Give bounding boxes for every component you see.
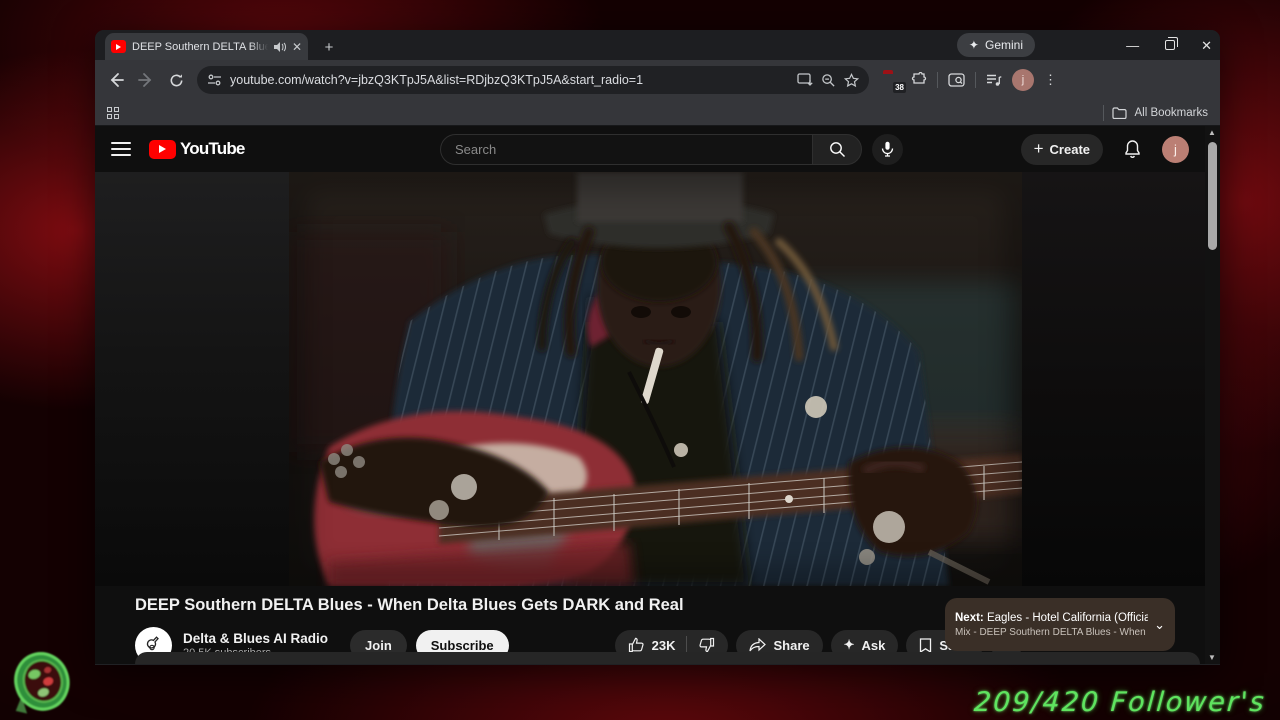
youtube-favicon-icon	[111, 40, 126, 53]
bookmark-star-icon[interactable]	[844, 72, 859, 88]
plus-icon: +	[1033, 139, 1044, 158]
search-button[interactable]	[812, 133, 862, 165]
save-share-icon[interactable]	[797, 73, 813, 87]
description-box-edge[interactable]	[135, 652, 1200, 664]
video-frame[interactable]	[289, 172, 1022, 586]
thumbs-up-icon	[628, 638, 644, 653]
gemini-spark-icon: ✦	[968, 38, 979, 52]
browser-window: DEEP Southern DELTA Blues ✕ + ✦ Gemini —…	[95, 30, 1220, 665]
search-box[interactable]	[440, 133, 812, 165]
dislike-button[interactable]	[687, 637, 728, 653]
player-letterbox-right	[1022, 172, 1205, 586]
restore-button[interactable]	[1165, 37, 1179, 50]
back-icon[interactable]	[103, 67, 129, 93]
gemini-label: Gemini	[984, 38, 1023, 52]
browser-toolbar: youtube.com/watch?v=jbzQ3KTpJ5A&list=RDj…	[95, 60, 1220, 100]
create-label: Create	[1049, 141, 1090, 157]
hamburger-menu-icon[interactable]	[111, 142, 131, 156]
streamer-speaker-logo	[4, 646, 76, 718]
gemini-button[interactable]: ✦ Gemini	[956, 33, 1035, 57]
scroll-up-arrow[interactable]: ▲	[1208, 128, 1217, 137]
desktop-background: DEEP Southern DELTA Blues ✕ + ✦ Gemini —…	[0, 0, 1280, 720]
ask-label: Ask	[861, 637, 886, 653]
share-icon	[749, 638, 767, 652]
url-text[interactable]: youtube.com/watch?v=jbzQ3KTpJ5A&list=RDj…	[230, 73, 789, 87]
like-button[interactable]: 23K	[615, 637, 687, 653]
scroll-down-arrow[interactable]: ▼	[1208, 653, 1217, 662]
browser-tab[interactable]: DEEP Southern DELTA Blues ✕	[105, 33, 308, 60]
youtube-page: YouTube + Create	[95, 126, 1205, 664]
forward-icon[interactable]	[133, 67, 159, 93]
tab-close-icon[interactable]: ✕	[292, 40, 302, 54]
youtube-wordmark: YouTube	[180, 139, 245, 158]
player-letterbox-left	[95, 172, 289, 586]
ask-spark-icon: ✦	[843, 637, 855, 653]
follower-counter: 209/420 Follower's	[973, 687, 1268, 718]
bookmark-icon	[920, 638, 932, 653]
browser-menu-kebab-icon[interactable]: ⋮	[1044, 72, 1057, 88]
youtube-header: YouTube + Create	[95, 126, 1205, 172]
reload-icon[interactable]	[163, 67, 189, 93]
new-tab-button[interactable]: +	[319, 37, 339, 57]
channel-name[interactable]: Delta & Blues AI Radio	[183, 631, 328, 646]
like-count: 23K	[651, 637, 676, 653]
next-up-panel[interactable]: Next: Eagles - Hotel California (Officia…	[945, 598, 1175, 651]
address-bar[interactable]: youtube.com/watch?v=jbzQ3KTpJ5A&list=RDj…	[197, 66, 869, 94]
next-video-title: Next: Eagles - Hotel California (Officia…	[955, 611, 1149, 624]
scrollbar-thumb[interactable]	[1208, 142, 1217, 250]
thumbs-down-icon	[699, 638, 715, 653]
bookmarks-bar: All Bookmarks	[95, 100, 1220, 126]
youtube-logo[interactable]: YouTube	[149, 139, 245, 159]
tab-audio-icon[interactable]	[273, 41, 286, 52]
search-input[interactable]	[455, 141, 798, 157]
toolbar-separator	[975, 72, 976, 88]
side-search-icon[interactable]	[948, 73, 965, 87]
folder-icon	[1111, 106, 1127, 119]
tab-strip: DEEP Southern DELTA Blues ✕ + ✦ Gemini —…	[95, 30, 1220, 60]
all-bookmarks-button[interactable]: All Bookmarks	[1135, 107, 1209, 119]
youtube-play-icon	[149, 139, 176, 159]
close-window-button[interactable]: ✕	[1201, 39, 1212, 52]
video-player[interactable]	[95, 172, 1205, 586]
notifications-bell-icon[interactable]	[1123, 139, 1142, 159]
playlist-music-icon[interactable]	[986, 73, 1002, 87]
downloader-extension-icon[interactable]: 38	[883, 71, 906, 93]
zoom-out-icon[interactable]	[821, 73, 836, 88]
video-still-blues-guitarist	[289, 172, 1022, 586]
share-label: Share	[773, 637, 810, 653]
create-button[interactable]: + Create	[1020, 133, 1103, 165]
toolbar-extensions-area: 38 j ⋮	[883, 69, 1057, 93]
browser-profile-avatar[interactable]: j	[1012, 69, 1034, 91]
tab-title: DEEP Southern DELTA Blues	[132, 40, 268, 53]
toolbar-separator	[937, 72, 938, 88]
extensions-puzzle-icon[interactable]	[911, 72, 927, 88]
youtube-profile-avatar[interactable]: j	[1162, 135, 1189, 163]
apps-grid-icon[interactable]	[107, 106, 119, 119]
site-settings-tune-icon[interactable]	[207, 74, 222, 86]
extension-badge: 38	[893, 82, 906, 93]
window-controls: — ✕	[1126, 30, 1212, 60]
minimize-button[interactable]: —	[1126, 39, 1139, 52]
playlist-name: Mix - DEEP Southern DELTA Blues - When D…	[955, 626, 1148, 638]
voice-search-icon[interactable]	[872, 133, 903, 165]
page-scrollbar[interactable]: ▲ ▼	[1205, 126, 1220, 664]
bookmarks-separator	[1102, 104, 1104, 121]
chevron-down-icon[interactable]: ⌄	[1154, 617, 1165, 633]
